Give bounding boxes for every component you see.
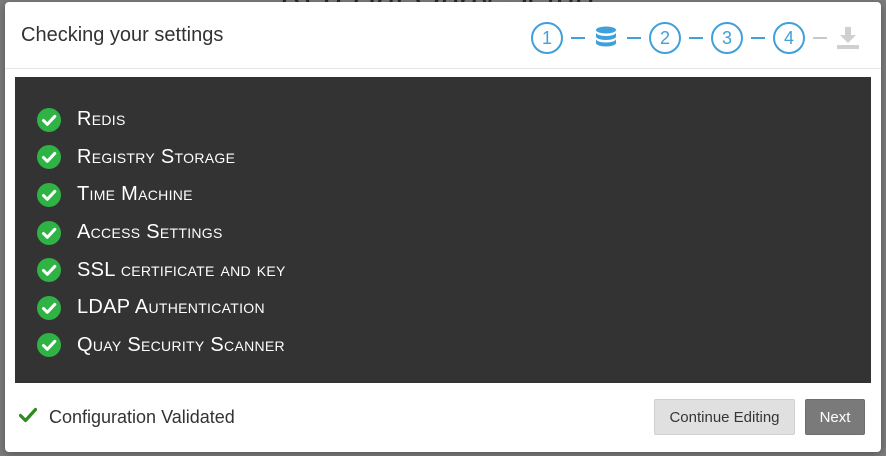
continue-editing-button[interactable]: Continue Editing [654,399,795,435]
setup-modal: Checking your settings 1 2 3 4 Redis Reg… [5,2,881,452]
validation-status-label: Configuration Validated [49,407,235,427]
result-label: SSL certificate and key [77,258,286,281]
check-circle-icon [37,258,61,283]
setup-stepper: 1 2 3 4 [531,22,861,54]
result-item-time-machine: Time Machine [37,176,871,214]
checkmark-icon [18,407,38,428]
result-label: Registry Storage [77,145,236,168]
check-circle-icon [37,295,61,320]
modal-footer: Configuration Validated Continue Editing… [5,383,881,452]
result-item-access-settings: Access Settings [37,214,871,252]
result-item-registry-storage: Registry Storage [37,139,871,177]
step-3: 3 [711,22,743,54]
check-circle-icon [37,220,61,245]
check-circle-icon [37,107,61,132]
step-separator [627,37,641,39]
result-label: Redis [77,108,126,131]
step-separator [751,37,765,39]
result-label: Time Machine [77,183,193,206]
step-separator [689,37,703,39]
check-circle-icon [37,182,61,207]
step-1: 1 [531,22,563,54]
check-circle-icon [37,145,61,170]
validation-status: Configuration Validated [18,407,235,428]
next-button[interactable]: Next [805,399,865,435]
step-separator [813,37,827,39]
database-icon [593,23,619,53]
modal-title: Checking your settings [21,24,224,46]
step-separator [571,37,585,39]
result-label: Access Settings [77,221,223,244]
validation-results-list: Redis Registry Storage Time Machine Acce… [15,77,871,364]
step-4: 4 [773,22,805,54]
check-circle-icon [37,333,61,358]
download-icon [835,23,861,53]
result-label: LDAP Authentication [77,296,265,319]
result-label: Quay Security Scanner [77,333,285,356]
result-item-security-scanner: Quay Security Scanner [37,327,871,365]
result-item-ssl-certificate: SSL certificate and key [37,251,871,289]
result-item-redis: Redis [37,101,871,139]
result-item-ldap-authentication: LDAP Authentication [37,289,871,327]
step-2: 2 [649,22,681,54]
validation-results-panel: Redis Registry Storage Time Machine Acce… [15,77,871,383]
modal-header: Checking your settings 1 2 3 4 [5,2,881,69]
